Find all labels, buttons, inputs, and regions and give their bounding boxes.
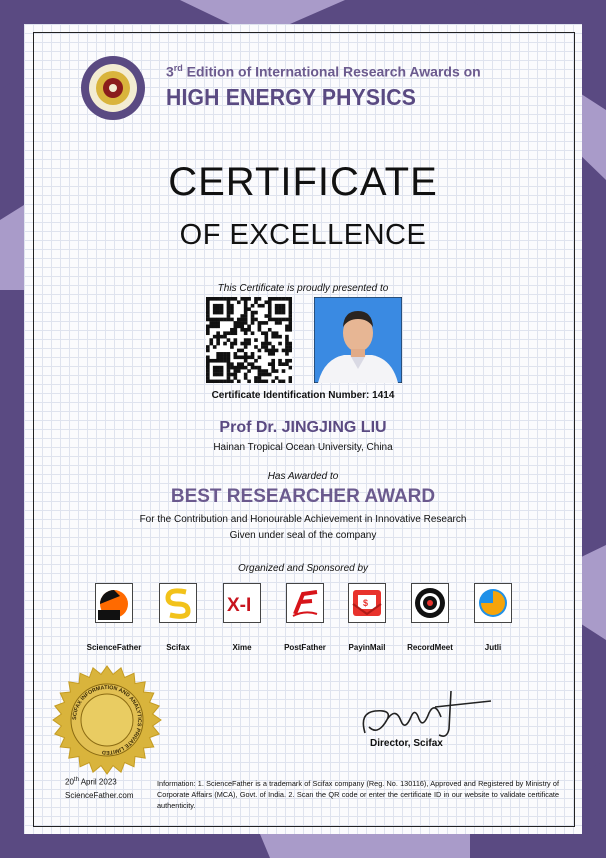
qr-code-icon[interactable]	[206, 297, 292, 383]
certificate-title: CERTIFICATE	[168, 160, 438, 204]
sponsors-heading: Organized and Sponsored by	[237, 563, 369, 574]
recordmeet-logo-icon[interactable]	[411, 583, 449, 623]
sponsor-label-jutli: Jutli	[484, 643, 502, 652]
award-name: BEST RESEARCHER AWARD	[170, 486, 436, 507]
xime-logo-icon[interactable]: X-I	[223, 583, 261, 623]
sciencefather-logo-icon[interactable]	[95, 583, 133, 623]
svg-text:X-I: X-I	[227, 595, 251, 616]
presented-text: This Certificate is proudly presented to	[217, 283, 389, 294]
recipient-affiliation: Hainan Tropical Ocean University, China	[213, 442, 393, 453]
jutli-logo-icon[interactable]	[474, 583, 512, 623]
has-awarded-text: Has Awarded to	[267, 471, 339, 482]
postfather-logo-icon[interactable]	[286, 583, 324, 623]
director-label: Director, Scifax	[370, 738, 443, 749]
footer-information: Information: 1. ScienceFather is a trade…	[157, 779, 559, 810]
director-signature	[362, 690, 492, 737]
awards-emblem-icon	[81, 56, 145, 120]
company-seal-icon: SCIFAX INFORMATION AND ANALYTICS PRIVATE…	[52, 665, 162, 775]
edition-heading: 3rd Edition of International Research Aw…	[166, 63, 481, 80]
event-title: HIGH ENERGY PHYSICS	[166, 84, 417, 110]
svg-text:$: $	[363, 598, 368, 608]
website-text: ScienceFather.com	[65, 791, 134, 800]
certificate-subtitle: OF EXCELLENCE	[179, 219, 427, 251]
payinmail-logo-icon[interactable]: $	[348, 583, 386, 623]
issue-date: 20th April 2023	[65, 777, 117, 787]
recipient-photo	[314, 297, 402, 383]
award-contribution: For the Contribution and Honourable Achi…	[139, 514, 467, 525]
certificate-id: Certificate Identification Number: 1414	[211, 390, 395, 401]
scifax-logo-icon[interactable]	[159, 583, 197, 623]
seal-text: Given under seal of the company	[229, 530, 377, 541]
recipient-name: Prof Dr. JINGJING LIU	[219, 419, 387, 436]
